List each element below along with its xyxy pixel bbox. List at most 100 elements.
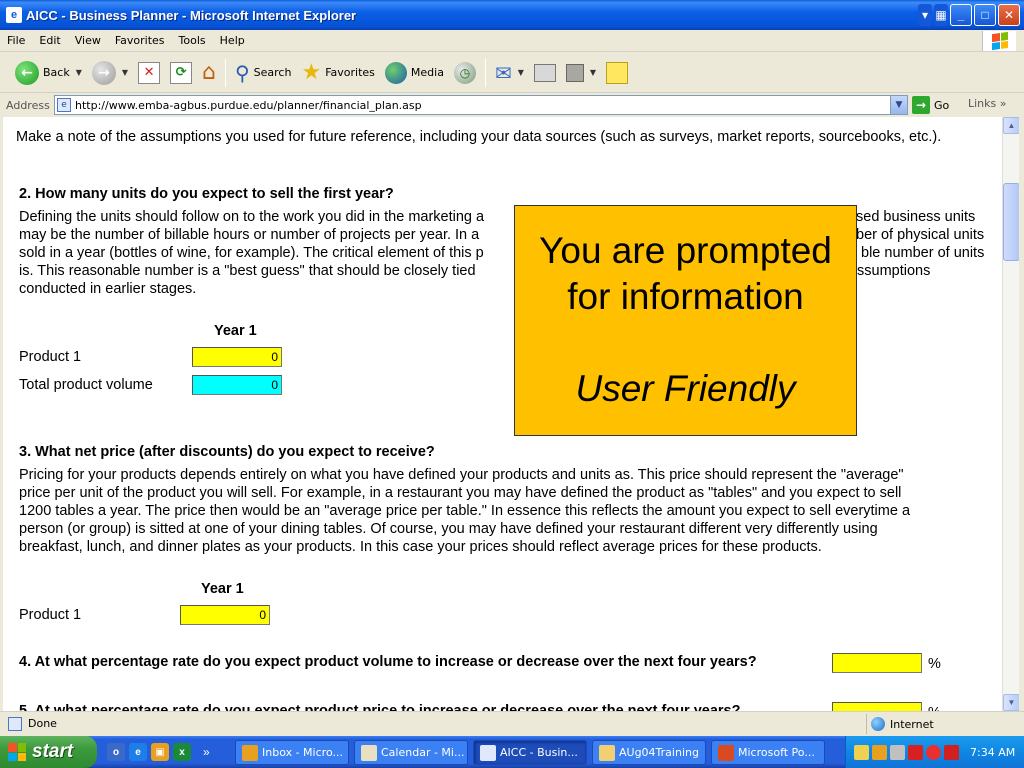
q2-text-line1-tail: sed business units bbox=[856, 209, 976, 225]
vertical-scrollbar[interactable]: ▲ ▼ bbox=[1002, 117, 1020, 711]
ie-app-icon[interactable]: e bbox=[6, 7, 22, 23]
q4-percentage-input[interactable] bbox=[832, 653, 922, 673]
close-button[interactable]: ✕ bbox=[998, 4, 1020, 26]
task-inbox[interactable]: Inbox - Micro... bbox=[235, 740, 349, 765]
quicklaunch-more-icon[interactable]: » bbox=[203, 745, 210, 759]
mail-dropdown-icon[interactable]: ▼ bbox=[518, 68, 524, 77]
go-label: Go bbox=[934, 98, 950, 112]
favorites-button[interactable]: ★ Favorites bbox=[296, 56, 379, 90]
task-powerpoint-label: Microsoft Po... bbox=[738, 746, 815, 759]
tray-app-icon[interactable] bbox=[890, 744, 905, 760]
links-label: Links bbox=[968, 97, 997, 110]
task-aicc[interactable]: AICC - Busin... bbox=[473, 740, 587, 765]
menu-view[interactable]: View bbox=[68, 34, 108, 47]
page-icon: e bbox=[57, 98, 71, 112]
start-button[interactable]: start bbox=[0, 736, 97, 768]
q2-product-input[interactable]: 0 bbox=[192, 347, 282, 367]
back-button[interactable]: ← Back ▼ bbox=[10, 56, 87, 90]
task-calendar-label: Calendar - Mi... bbox=[381, 746, 465, 759]
menu-bar: File Edit View Favorites Tools Help bbox=[0, 30, 1024, 52]
tray-calendar-icon[interactable] bbox=[872, 744, 887, 760]
q2-text-line2-tail: ber of physical units bbox=[856, 227, 985, 243]
address-url: http://www.emba-agbus.purdue.edu/planner… bbox=[75, 98, 422, 112]
powerpoint-task-icon bbox=[718, 744, 734, 761]
address-label: Address bbox=[6, 98, 50, 112]
quicklaunch-calendar-icon[interactable]: ▣ bbox=[151, 743, 169, 761]
history-button[interactable]: ◷ bbox=[449, 56, 481, 90]
favorites-label: Favorites bbox=[325, 66, 375, 79]
go-button[interactable]: → Go bbox=[912, 95, 949, 115]
quicklaunch-excel-icon[interactable]: x bbox=[173, 743, 191, 761]
media-button[interactable]: Media bbox=[380, 56, 449, 90]
print-button[interactable] bbox=[529, 56, 561, 90]
stop-button[interactable]: ✕ bbox=[133, 56, 165, 90]
menu-tools[interactable]: Tools bbox=[172, 34, 213, 47]
page-content: Make a note of the assumptions you used … bbox=[0, 117, 1002, 711]
q3-year-header: Year 1 bbox=[201, 581, 244, 597]
scroll-down-icon[interactable]: ▼ bbox=[1003, 694, 1020, 711]
status-page-icon bbox=[8, 716, 22, 731]
notes-button[interactable] bbox=[601, 56, 633, 90]
q3-text-line1: Pricing for your products depends entire… bbox=[19, 467, 904, 483]
q2-text-line5: conducted in earlier stages. bbox=[19, 281, 197, 297]
question-4-heading: 4. At what percentage rate do you expect… bbox=[19, 654, 757, 670]
mail-button[interactable]: ✉ ▼ bbox=[490, 56, 529, 90]
forward-dropdown-icon[interactable]: ▼ bbox=[122, 68, 128, 77]
menu-favorites[interactable]: Favorites bbox=[108, 34, 172, 47]
system-tray: 7:34 AM bbox=[845, 736, 1024, 768]
q2-text-line4: is. This reasonable number is a "best gu… bbox=[19, 263, 476, 279]
task-calendar[interactable]: Calendar - Mi... bbox=[354, 740, 468, 765]
status-text: Done bbox=[28, 717, 57, 730]
scroll-up-icon[interactable]: ▲ bbox=[1003, 117, 1020, 134]
folder-task-icon bbox=[599, 744, 615, 761]
ie-extra-icon[interactable]: ▦ bbox=[934, 4, 948, 26]
maximize-button[interactable]: □ bbox=[974, 4, 996, 26]
menu-help[interactable]: Help bbox=[213, 34, 252, 47]
ie-menu-arrow-icon[interactable]: ▾ bbox=[918, 4, 932, 26]
task-powerpoint[interactable]: Microsoft Po... bbox=[711, 740, 825, 765]
tray-antivirus-icon[interactable] bbox=[908, 744, 923, 760]
minimize-button[interactable]: _ bbox=[950, 4, 972, 26]
clock[interactable]: 7:34 AM bbox=[970, 746, 1015, 759]
refresh-button[interactable]: ⟳ bbox=[165, 56, 197, 90]
scroll-thumb[interactable] bbox=[1003, 183, 1020, 261]
question-5-heading: 5. At what percentage rate do you expect… bbox=[19, 703, 741, 711]
quicklaunch-outlook-icon[interactable]: o bbox=[107, 743, 125, 761]
q2-text-line3-tail: ble number of units bbox=[861, 245, 985, 261]
address-input[interactable]: e http://www.emba-agbus.purdue.edu/plann… bbox=[54, 95, 908, 115]
print-icon bbox=[533, 63, 556, 82]
history-icon: ◷ bbox=[453, 61, 476, 84]
q3-product-price-input[interactable]: 0 bbox=[180, 605, 270, 625]
task-folder-label: AUg04Training bbox=[619, 746, 699, 759]
ie-task-icon bbox=[480, 744, 496, 761]
search-button[interactable]: ⚲ Search bbox=[230, 56, 296, 90]
status-bar: Done Internet bbox=[0, 711, 1024, 735]
inbox-task-icon bbox=[242, 744, 258, 761]
forward-button[interactable]: → ▼ bbox=[87, 56, 133, 90]
edit-dropdown-icon[interactable]: ▼ bbox=[590, 68, 596, 77]
menu-file[interactable]: File bbox=[0, 34, 32, 47]
q5-percentage-input[interactable] bbox=[832, 702, 922, 711]
address-dropdown-icon[interactable]: ▼ bbox=[890, 96, 907, 114]
q2-text-line3: sold in a year (bottles of wine, for exa… bbox=[19, 245, 484, 261]
q4-percent-unit: % bbox=[928, 656, 941, 672]
quicklaunch-ie-icon[interactable]: e bbox=[129, 743, 147, 761]
back-dropdown-icon[interactable]: ▼ bbox=[76, 68, 82, 77]
back-label: Back bbox=[43, 66, 70, 79]
home-button[interactable]: ⌂ bbox=[197, 56, 221, 90]
go-arrow-icon: → bbox=[912, 96, 930, 114]
media-label: Media bbox=[410, 66, 444, 79]
tray-ati-icon[interactable] bbox=[944, 744, 959, 760]
title-bar: e AICC - Business Planner - Microsoft In… bbox=[0, 0, 1024, 30]
q2-text-line2: may be the number of billable hours or n… bbox=[19, 227, 480, 243]
window-controls: ▾ ▦ _ □ ✕ bbox=[918, 4, 1020, 26]
edit-button[interactable]: ▼ bbox=[561, 56, 601, 90]
tray-mail-icon[interactable] bbox=[854, 744, 869, 760]
back-arrow-icon: ← bbox=[15, 60, 39, 85]
menu-edit[interactable]: Edit bbox=[32, 34, 67, 47]
task-folder[interactable]: AUg04Training bbox=[592, 740, 706, 765]
stop-icon: ✕ bbox=[138, 61, 161, 84]
tray-network-icon[interactable] bbox=[926, 744, 941, 760]
links-button[interactable]: Links » bbox=[968, 97, 1007, 110]
security-zone[interactable]: Internet bbox=[866, 714, 1016, 734]
